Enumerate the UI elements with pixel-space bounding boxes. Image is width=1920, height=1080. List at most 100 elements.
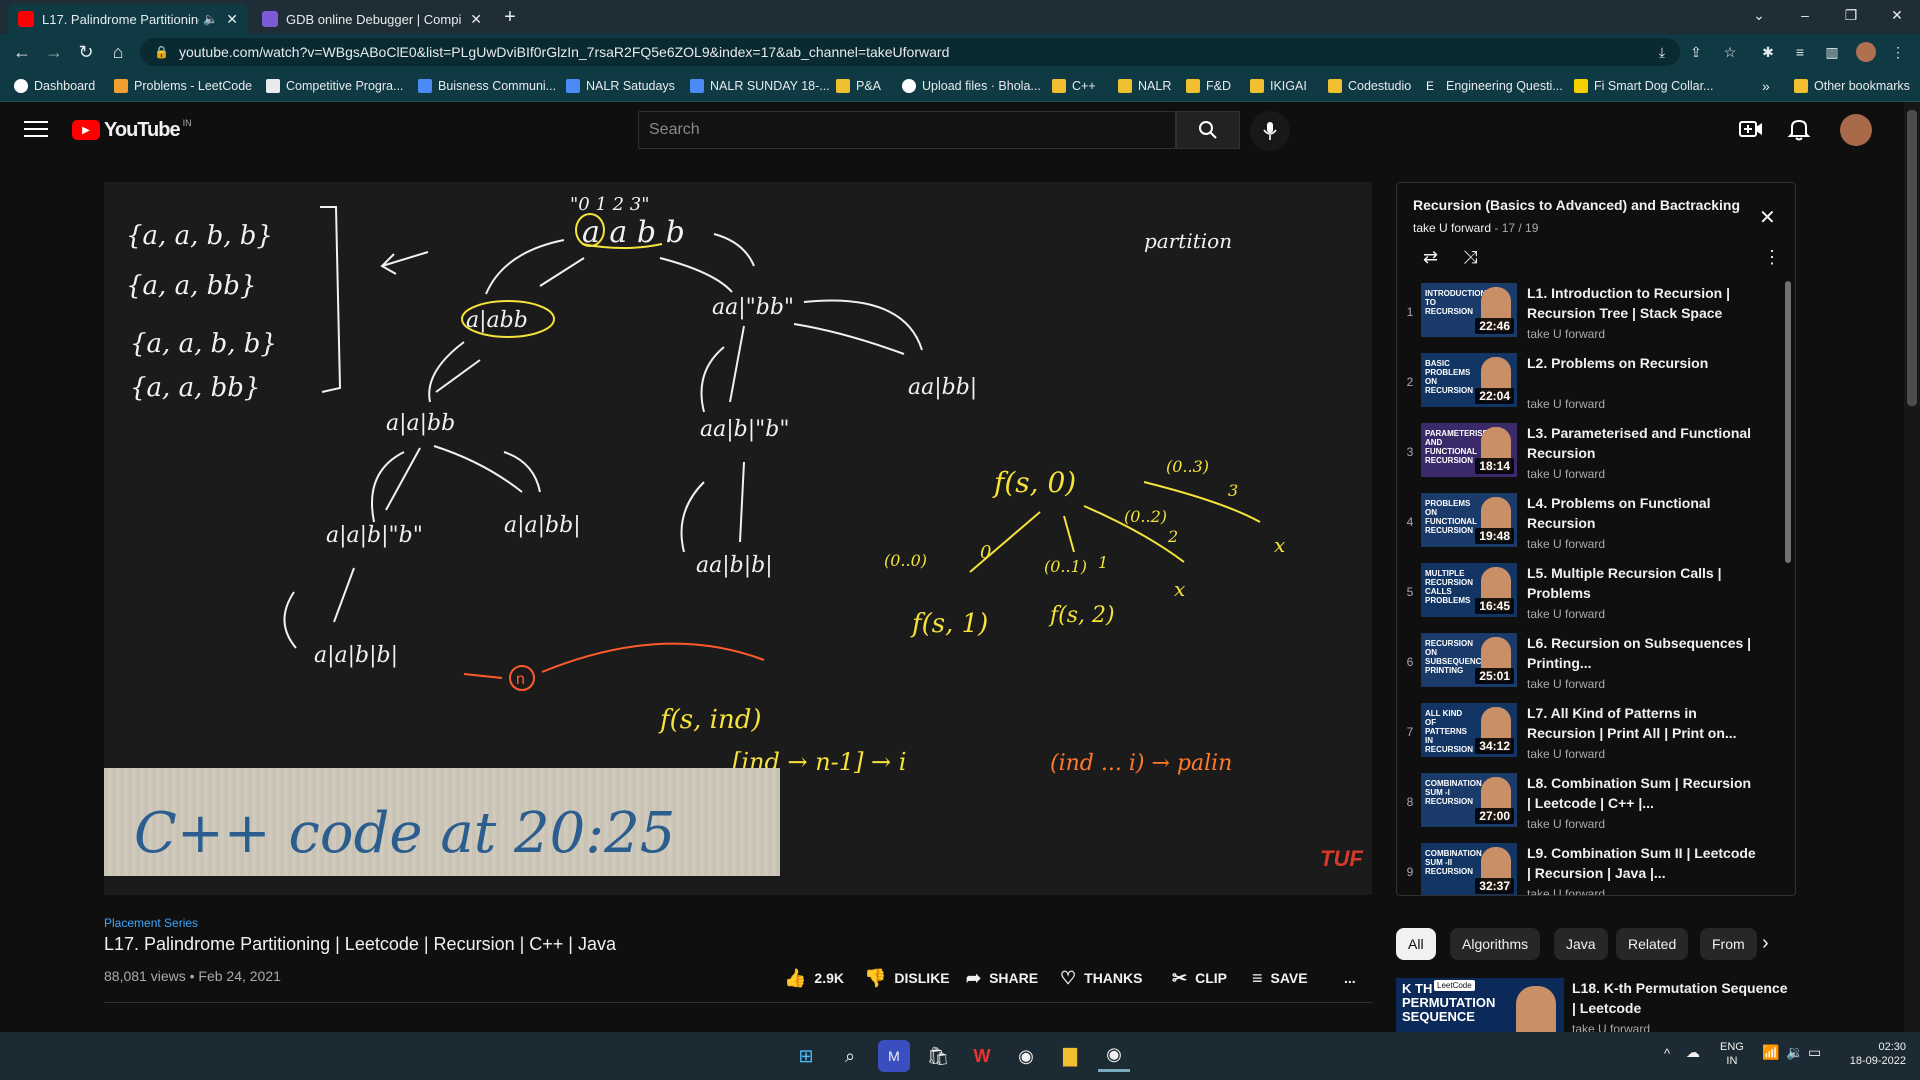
voice-search-button[interactable] [1250, 111, 1290, 151]
install-icon[interactable]: ⤓ [1652, 42, 1672, 62]
like-button[interactable]: 👍 2.9K [784, 960, 844, 996]
wps-icon[interactable]: W [966, 1040, 998, 1072]
bookmarks-overflow-icon[interactable]: » [1762, 77, 1770, 95]
bookmark-folder[interactable]: IKIGAI [1250, 77, 1307, 95]
bookmark-folder[interactable]: F&D [1186, 77, 1231, 95]
playlist-menu-icon[interactable]: ⋮ [1763, 247, 1781, 268]
page-scrollbar[interactable] [1904, 102, 1920, 1032]
bookmark-star-icon[interactable]: ☆ [1720, 42, 1740, 62]
playlist-channel[interactable]: take U forward [1413, 221, 1491, 235]
start-icon[interactable]: ⊞ [790, 1040, 822, 1072]
chip-all[interactable]: All [1396, 928, 1436, 960]
youtube-logo[interactable]: ▶ YouTube IN [72, 118, 192, 142]
chrome-icon[interactable]: ◉ [1010, 1040, 1042, 1072]
battery-icon[interactable]: ▭ [1808, 1044, 1821, 1061]
playlist-item[interactable]: 8 COMBINATION SUM -I RECURSION 27:00 L8. Co… [1397, 769, 1781, 839]
close-tab-icon[interactable]: ✕ [226, 11, 238, 28]
language-indicator[interactable]: ENG IN [1720, 1040, 1744, 1068]
new-tab-icon[interactable]: + [498, 6, 522, 30]
share-page-icon[interactable]: ⇪ [1686, 42, 1706, 62]
speaker-icon[interactable]: 🔈 [203, 12, 218, 26]
bookmark-item[interactable]: Buisness Communi... [418, 77, 556, 95]
video-player[interactable]: {a, a, b, b} {a, a, bb} {a, a, b, b} {a,… [104, 182, 1372, 895]
bookmark-item[interactable]: Dashboard [14, 77, 95, 95]
extensions-icon[interactable]: ✱ [1758, 42, 1778, 62]
side-panel-icon[interactable]: ▥ [1822, 42, 1842, 62]
media-control-icon[interactable]: ≡ [1790, 42, 1810, 62]
address-bar[interactable]: 🔒 youtube.com/watch?v=WBgsABoClE0&list=P… [140, 38, 1680, 66]
shuffle-icon[interactable]: ⤨ [1463, 247, 1477, 268]
bookmark-folder[interactable]: Codestudio [1328, 77, 1411, 95]
forward-icon[interactable]: → [42, 40, 66, 64]
create-video-icon[interactable] [1738, 116, 1764, 142]
share-button[interactable]: ➦ SHARE [966, 960, 1038, 996]
chip-from[interactable]: From [1700, 928, 1757, 960]
close-tab-icon[interactable]: ✕ [470, 11, 482, 28]
tab-gdb[interactable]: GDB online Debugger | Compiler ✕ [252, 4, 492, 34]
bookmark-item[interactable]: NALR SUNDAY 18-... [690, 77, 830, 95]
playlist-item[interactable]: 1 INTRODUCTION TO RECURSION 22:46 L1. Intro… [1397, 279, 1781, 349]
restore-icon[interactable]: ❐ [1828, 0, 1874, 30]
playlist-item[interactable]: 4 PROBLEMS ON FUNCTIONAL RECURSION 19:48 L4… [1397, 489, 1781, 559]
hamburger-menu-icon[interactable] [24, 118, 48, 138]
bookmark-item[interactable]: NALR Satudays [566, 77, 675, 95]
thumb-text: RECURSION ON SUBSEQUENCES PRINTING [1425, 639, 1493, 675]
chip-related[interactable]: Related [1616, 928, 1689, 960]
playlist-scrollbar[interactable] [1785, 281, 1791, 563]
bookmark-item[interactable]: E Engineering Questi... [1426, 77, 1563, 95]
other-bookmarks[interactable]: Other bookmarks [1794, 77, 1910, 95]
clip-button[interactable]: ✂ CLIP [1172, 960, 1227, 996]
chip-algorithms[interactable]: Algorithms [1450, 928, 1541, 960]
playlist-item[interactable]: 9 COMBINATION SUM -II RECURSION 32:37 L9. C… [1397, 839, 1781, 895]
notifications-bell-icon[interactable] [1786, 116, 1812, 142]
bookmark-item[interactable]: Competitive Progra... [266, 77, 403, 95]
chips-next-icon[interactable]: › [1762, 932, 1769, 955]
menu-kebab-icon[interactable]: ⋮ [1888, 42, 1908, 62]
playlist-item[interactable]: 3 PARAMETERISED AND FUNCTIONAL RECURSION 1… [1397, 419, 1781, 489]
recommended-video[interactable]: K TH PERMUTATION SEQUENCE LeetCode L18. … [1396, 978, 1796, 1032]
save-button[interactable]: ≡ SAVE [1252, 960, 1308, 996]
clock[interactable]: 02:30 18-09-2022 [1838, 1040, 1906, 1068]
search-button[interactable] [1176, 111, 1240, 149]
playlist-title[interactable]: Recursion (Basics to Advanced) and Bactr… [1413, 197, 1743, 213]
bookmark-item[interactable]: Upload files · Bhola... [902, 77, 1041, 95]
user-avatar[interactable] [1840, 114, 1872, 146]
index-marker: 1 [1098, 553, 1108, 572]
reload-icon[interactable]: ↻ [74, 40, 98, 64]
minimize-icon[interactable]: – [1782, 0, 1828, 30]
back-icon[interactable]: ← [10, 40, 34, 64]
playlist-item[interactable]: 5 MULTIPLE RECURSION CALLS PROBLEMS 16:45 L… [1397, 559, 1781, 629]
playlist-item[interactable]: 2 BASIC PROBLEMS ON RECURSION 22:04 L2. Pro… [1397, 349, 1781, 419]
search-input[interactable]: Search [638, 111, 1176, 149]
onedrive-icon[interactable]: ☁ [1686, 1044, 1700, 1061]
profile-avatar[interactable] [1856, 42, 1876, 62]
scrollbar-thumb[interactable] [1907, 110, 1917, 406]
bookmark-folder[interactable]: NALR [1118, 77, 1171, 95]
wifi-icon[interactable]: 📶 [1762, 1044, 1779, 1061]
search-icon[interactable]: ⌕ [834, 1040, 866, 1072]
series-link[interactable]: Placement Series [104, 916, 198, 930]
store-icon[interactable]: 🛍 [922, 1040, 954, 1072]
volume-icon[interactable]: 🔉 [1786, 1044, 1803, 1061]
tray-overflow-icon[interactable]: ^ [1664, 1046, 1670, 1061]
bookmark-item[interactable]: Problems - LeetCode [114, 77, 252, 95]
bookmark-folder[interactable]: C++ [1052, 77, 1096, 95]
chrome-active-icon[interactable]: ◉ [1098, 1040, 1130, 1072]
close-window-icon[interactable]: ✕ [1874, 0, 1920, 30]
thumb-text: BASIC PROBLEMS ON RECURSION [1425, 359, 1474, 395]
app-icon[interactable]: M [878, 1040, 910, 1072]
dislike-button[interactable]: 👎 DISLIKE [864, 960, 950, 996]
home-icon[interactable]: ⌂ [106, 40, 130, 64]
playlist-item[interactable]: 7 ALL KIND OF PATTERNS IN RECURSION 34:12 L… [1397, 699, 1781, 769]
bookmark-item[interactable]: Fi Smart Dog Collar... [1574, 77, 1713, 95]
bookmark-item[interactable]: P&A [836, 77, 881, 95]
chip-java[interactable]: Java [1554, 928, 1608, 960]
file-explorer-icon[interactable]: ▇ [1054, 1040, 1086, 1072]
thanks-button[interactable]: ♡ THANKS [1060, 960, 1142, 996]
playlist-item[interactable]: 6 RECURSION ON SUBSEQUENCES PRINTING 25:01… [1397, 629, 1781, 699]
tab-search-icon[interactable]: ⌄ [1736, 0, 1782, 30]
more-actions-button[interactable]: ... [1344, 960, 1356, 996]
tab-palindrome[interactable]: L17. Palindrome Partitioning 🔈 ✕ [8, 4, 248, 34]
close-playlist-icon[interactable]: ✕ [1759, 205, 1776, 230]
loop-icon[interactable]: ⇄ [1423, 247, 1438, 268]
